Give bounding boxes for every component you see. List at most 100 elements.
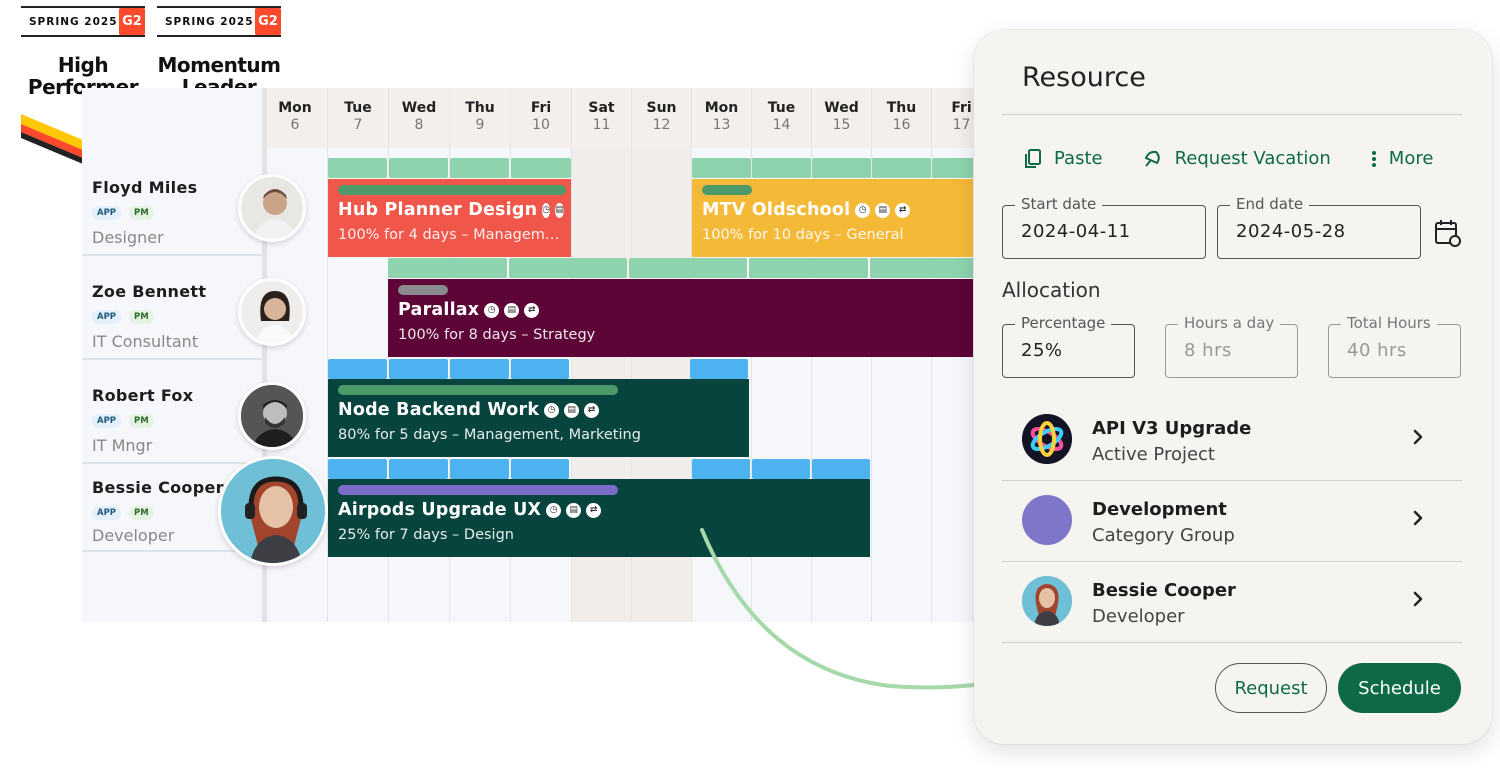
allocation-segment [692,158,751,178]
repeat-icon: ⇄ [524,302,540,318]
booking-progress-bar [702,185,752,195]
day-date: 11 [592,117,611,133]
request-vacation-button[interactable]: Request Vacation [1143,148,1331,169]
allocation-segment [812,459,870,479]
day-name: Fri [530,100,552,116]
percentage-value: 25% [1021,340,1063,361]
allocation-segment [629,258,747,278]
day-date: 9 [475,117,485,133]
booking-node-backend-work[interactable]: Node Backend Work ◷ ▤ ⇄ 80% for 5 days –… [328,379,749,457]
booking-title: MTV Oldschool ◷ ▤ ⇄ [702,200,972,220]
avatar-bessie-cooper [218,456,328,566]
total-hours-label: Total Hours [1341,314,1437,332]
clock-icon: ◷ [855,202,871,218]
clock-icon: ◷ [546,502,562,518]
divider [1002,642,1462,643]
day-header: Wed 8 [389,88,449,148]
allocation-segment [450,459,509,479]
allocation-segment [389,359,448,379]
resource-row-zoe-bennett[interactable]: Zoe Bennett APP PM IT Consultant [82,256,262,360]
panel-title: Resource [1022,62,1146,93]
booking-detail: 80% for 5 days – Management, Marketing [338,427,641,443]
resource-role: IT Consultant [92,332,199,351]
day-date: 13 [712,117,731,133]
start-date-field[interactable]: Start date 2024-04-11 [1002,195,1206,259]
allocation-segment [752,459,810,479]
divider [1002,114,1462,115]
allocation-segment [511,459,569,479]
item-subtitle: Active Project [1092,444,1215,465]
copy-icon [1024,148,1042,169]
day-header: Thu 16 [872,88,931,148]
item-subtitle: Category Group [1092,525,1235,546]
badge-season: SPRING 2025 [165,15,254,28]
allocation-segment [749,258,868,278]
tag-pm: PM [129,414,154,428]
schedule-button[interactable]: Schedule [1338,663,1461,713]
day-name: Thu [465,100,495,116]
repeat-icon: ⇄ [584,402,600,418]
allocation-segment [389,459,448,479]
total-hours-field[interactable]: Total Hours 40 hrs [1328,314,1461,378]
list-item-resource[interactable]: Bessie Cooper Developer [1002,562,1462,642]
booking-detail: 100% for 8 days – Strategy [398,327,596,343]
resource-row-robert-fox[interactable]: Robert Fox APP PM IT Mngr [82,360,262,464]
resource-tags: APP PM [92,414,154,428]
booking-hub-planner-design[interactable]: Hub Planner Design ◷ ▤ 100% for 4 days –… [328,179,571,257]
day-name: Mon [278,100,312,116]
booking-progress-bar [338,485,618,495]
booking-mtv-oldschool[interactable]: MTV Oldschool ◷ ▤ ⇄ 100% for 10 days – G… [692,179,973,257]
list-item-project[interactable]: API V3 Upgrade Active Project [1002,400,1462,480]
badge-header: SPRING 2025 G2 [157,6,281,37]
booking-parallax[interactable]: Parallax ◷ ▤ ⇄ 100% for 8 days – Strateg… [388,279,973,357]
note-icon: ▤ [564,402,580,418]
day-name: Wed [824,100,859,116]
more-vertical-icon [1371,150,1377,168]
repeat-icon: ⇄ [586,502,602,518]
resource-name: Zoe Bennett [92,282,207,301]
day-header: Mon 6 [267,88,328,148]
resource-name: Floyd Miles [92,178,198,197]
resource-role: IT Mngr [92,436,153,455]
percentage-field[interactable]: Percentage 25% [1002,314,1135,378]
hours-a-day-label: Hours a day [1178,314,1281,332]
avatar-floyd-miles [238,174,306,242]
booking-title: Airpods Upgrade UX ◷ ▤ ⇄ [338,500,860,520]
booking-name: Node Backend Work [338,400,540,420]
tag-pm: PM [129,310,154,324]
g2-logo-icon: G2 [119,8,145,35]
more-label: More [1388,148,1434,169]
paste-button[interactable]: Paste [1024,148,1103,169]
tag-app: APP [92,206,122,220]
booking-title: Parallax ◷ ▤ ⇄ [398,300,973,320]
allocation-segment [511,359,569,379]
day-header: Fri 17 [932,88,973,148]
calendar-repeat-icon[interactable] [1434,218,1462,252]
allocation-segment [511,158,571,178]
tag-pm: PM [129,206,154,220]
booking-name: MTV Oldschool [702,200,851,220]
day-date: 14 [772,117,791,133]
more-button[interactable]: More [1371,148,1434,169]
end-date-label: End date [1230,195,1310,213]
hours-a-day-field[interactable]: Hours a day 8 hrs [1165,314,1298,378]
day-date: 15 [832,117,851,133]
list-item-category-group[interactable]: Development Category Group [1002,481,1462,561]
note-icon: ▤ [875,202,891,218]
day-date: 7 [353,117,363,133]
item-title: API V3 Upgrade [1092,418,1252,439]
resource-tags: APP PM [92,206,154,220]
allocation-segment [450,359,509,379]
project-logo-icon [1022,414,1072,464]
day-header: Mon 13 [692,88,751,148]
day-date: 17 [952,117,971,133]
resource-name: Robert Fox [92,386,194,405]
repeat-icon: ⇄ [895,202,911,218]
request-vacation-label: Request Vacation [1174,148,1331,169]
day-date: 16 [892,117,911,133]
resource-row-floyd-miles[interactable]: Floyd Miles APP PM Designer [82,152,262,256]
booking-title: Node Backend Work ◷ ▤ ⇄ [338,400,739,420]
request-button[interactable]: Request [1215,663,1327,713]
end-date-field[interactable]: End date 2024-05-28 [1217,195,1421,259]
day-header: Thu 9 [450,88,510,148]
